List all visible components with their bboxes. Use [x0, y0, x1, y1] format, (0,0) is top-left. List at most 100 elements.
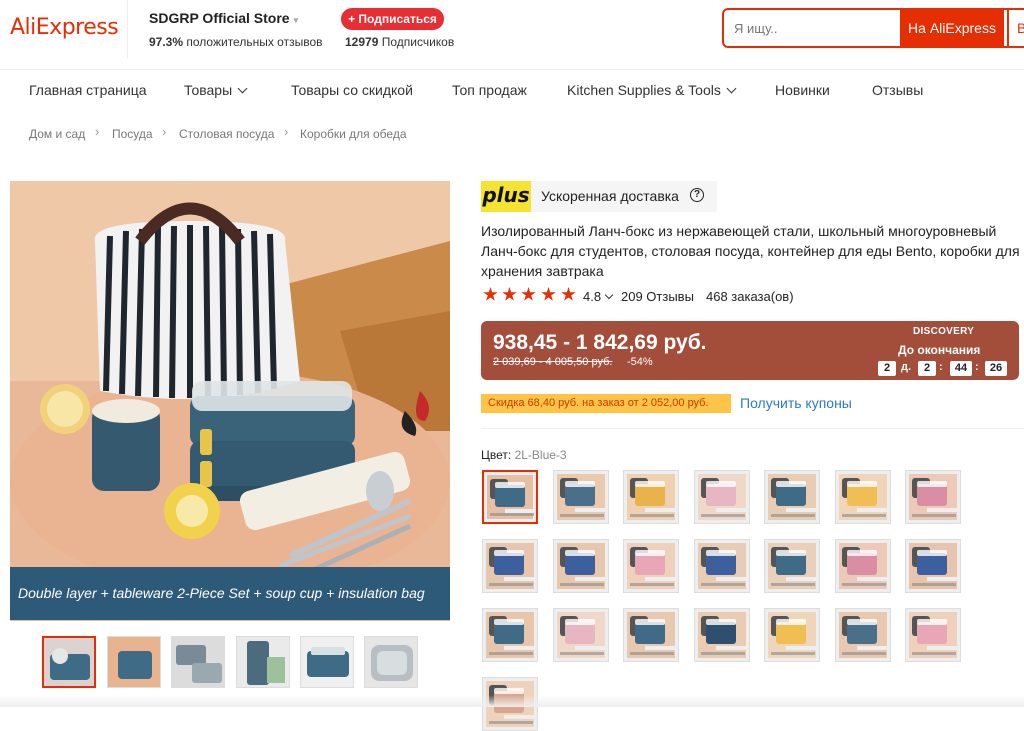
selected-color: 2L-Blue-3	[514, 448, 567, 462]
nav-reviews[interactable]: Отзывы	[872, 82, 923, 102]
swatch-cutlery	[645, 646, 675, 650]
swatch-image	[839, 543, 887, 589]
swatch-lid	[635, 550, 665, 556]
swatch-cutlery	[927, 508, 957, 512]
color-swatch[interactable]	[482, 608, 538, 662]
swatch-caption-strip	[489, 583, 533, 586]
breadcrumb-lunch-boxes[interactable]: Коробки для обеда	[300, 127, 407, 141]
swatch-cutlery	[504, 577, 534, 581]
swatch-lid	[847, 550, 877, 556]
color-swatch[interactable]	[905, 539, 961, 593]
promo-label: DISCOVERY	[913, 326, 975, 337]
breadcrumb-tableware[interactable]: Посуда	[112, 127, 153, 141]
countdown-seconds: 26	[985, 361, 1007, 376]
color-swatch[interactable]	[482, 539, 538, 593]
swatch-lid	[635, 619, 665, 625]
nav-label: Новинки	[775, 82, 830, 98]
swatch-caption-strip	[630, 652, 674, 655]
swatch-lunchbox	[565, 553, 595, 575]
main-image-caption: Double layer + tableware 2-Piece Set + s…	[10, 567, 450, 620]
gallery-thumbnail[interactable]	[42, 636, 96, 688]
rating-value[interactable]: 4.8	[583, 289, 601, 304]
swatch-caption-strip	[912, 652, 956, 655]
color-swatch[interactable]	[694, 608, 750, 662]
color-swatch[interactable]	[553, 470, 609, 524]
nav-kitchen-supplies[interactable]: Kitchen Supplies & Tools	[567, 82, 737, 102]
swatch-caption-strip	[701, 583, 745, 586]
help-icon[interactable]: ?	[690, 188, 704, 202]
color-swatch[interactable]	[694, 470, 750, 524]
thumbnail-image	[365, 637, 417, 687]
swatch-lunchbox	[494, 622, 524, 644]
color-swatch[interactable]	[835, 470, 891, 524]
countdown-separator: :	[939, 361, 943, 373]
star-icon	[483, 287, 498, 301]
aliexpress-logo[interactable]: AliExpress	[10, 15, 119, 40]
reviews-count[interactable]: 209 Отзывы	[621, 289, 694, 304]
gallery-thumbnail[interactable]	[300, 636, 354, 688]
countdown-label: До окончания	[898, 343, 981, 357]
chevron-down-icon	[726, 83, 737, 94]
color-swatch[interactable]	[835, 608, 891, 662]
nav-new[interactable]: Новинки	[775, 82, 830, 102]
star-icon	[502, 287, 517, 301]
swatch-caption-strip	[842, 514, 886, 517]
gallery-thumbnail[interactable]	[171, 636, 225, 688]
breadcrumb-home-garden[interactable]: Дом и сад	[29, 127, 85, 141]
swatch-caption-strip	[912, 514, 956, 517]
swatch-lunchbox	[635, 553, 665, 575]
lunchbox-product-illustration	[10, 181, 450, 621]
chevron-down-icon[interactable]: ▾	[294, 15, 299, 25]
thumbnail-image	[108, 637, 160, 687]
gallery-thumbnail[interactable]	[236, 636, 290, 688]
star-icon	[521, 287, 536, 301]
swatch-caption-strip	[490, 513, 534, 516]
color-swatch[interactable]	[764, 470, 820, 524]
color-swatch[interactable]	[623, 470, 679, 524]
color-swatch[interactable]	[694, 539, 750, 593]
search-input[interactable]	[734, 17, 894, 39]
chevron-down-icon[interactable]	[604, 290, 614, 300]
get-coupons-link[interactable]: Получить купоны	[740, 395, 852, 411]
color-swatch[interactable]	[835, 539, 891, 593]
color-swatch[interactable]	[905, 470, 961, 524]
color-swatch[interactable]	[553, 539, 609, 593]
store-subscribers: 12979 Подписчиков	[345, 35, 454, 49]
search-aliexpress-button[interactable]: На AliExpress	[900, 8, 1004, 48]
coupon-badge: Скидка 68,40 руб. на заказ от 2 052,00 р…	[481, 394, 731, 413]
discount-percent: -54%	[627, 356, 653, 368]
chevron-right-icon: ›	[284, 124, 289, 139]
nav-label: Kitchen Supplies & Tools	[567, 82, 721, 98]
store-name[interactable]: SDGRP Official Store ▾	[149, 10, 298, 26]
nav-discounted[interactable]: Товары со скидкой	[291, 82, 413, 102]
nav-label: Товары со скидкой	[291, 82, 413, 98]
nav-products[interactable]: Товары	[184, 82, 248, 102]
swatch-lunchbox	[706, 553, 736, 575]
nav-label: Отзывы	[872, 82, 924, 98]
swatch-cutlery	[645, 508, 675, 512]
nav-home[interactable]: Главная страница	[29, 82, 147, 102]
breadcrumb-dinnerware[interactable]: Столовая посуда	[179, 127, 274, 141]
color-swatch[interactable]	[553, 608, 609, 662]
product-main-image[interactable]	[10, 181, 450, 621]
color-swatch[interactable]	[764, 539, 820, 593]
swatch-image	[557, 612, 605, 658]
subscribe-button[interactable]: + Подписаться	[341, 8, 444, 30]
swatch-caption-strip	[560, 652, 604, 655]
gallery-thumbnail[interactable]	[364, 636, 418, 688]
swatch-lid	[706, 619, 736, 625]
color-swatch[interactable]	[623, 539, 679, 593]
swatch-image	[698, 612, 746, 658]
swatch-image	[768, 543, 816, 589]
color-swatch[interactable]	[905, 608, 961, 662]
color-swatch[interactable]	[623, 608, 679, 662]
search-store-button[interactable]: В	[1007, 8, 1024, 48]
swatch-image	[557, 543, 605, 589]
swatch-image	[486, 543, 534, 589]
color-swatch[interactable]	[764, 608, 820, 662]
swatch-lid	[565, 481, 595, 487]
gallery-thumbnail[interactable]	[107, 636, 161, 688]
nav-top-sales[interactable]: Топ продаж	[452, 82, 527, 102]
color-swatch[interactable]	[482, 470, 538, 524]
orders-count: 468 заказа(ов)	[706, 289, 794, 304]
